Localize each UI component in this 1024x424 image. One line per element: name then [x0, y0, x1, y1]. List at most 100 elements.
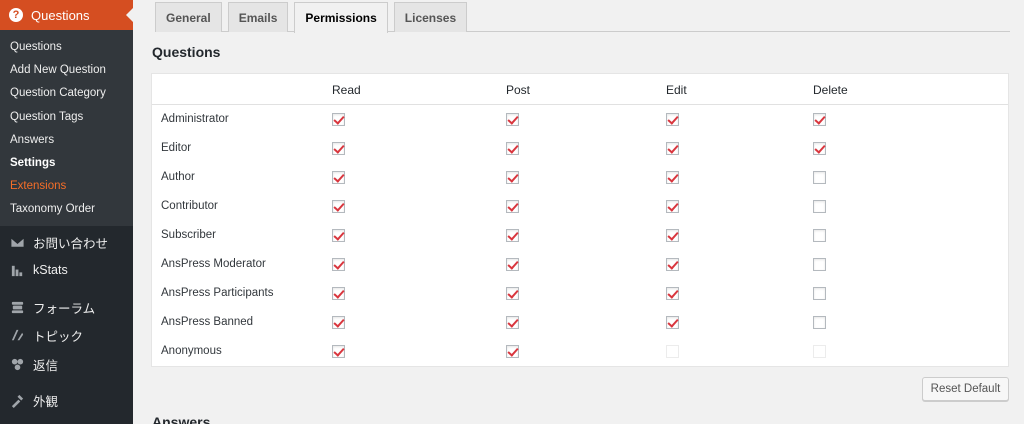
menu-item-label: kStats [33, 263, 68, 277]
permission-checkbox-delete[interactable] [813, 229, 826, 242]
table-header: Read Post Edit Delete [152, 74, 1008, 105]
permission-checkbox-read[interactable] [332, 142, 345, 155]
permission-checkbox-read[interactable] [332, 345, 345, 358]
permission-checkbox-post[interactable] [506, 258, 519, 271]
permission-checkbox-post[interactable] [506, 287, 519, 300]
permission-checkbox-read[interactable] [332, 287, 345, 300]
stats-icon [9, 262, 25, 278]
permission-checkbox-read[interactable] [332, 113, 345, 126]
menu-item-appearance[interactable]: 外観 [0, 386, 133, 414]
permission-checkbox-read[interactable] [332, 171, 345, 184]
tab-general[interactable]: General [155, 2, 222, 32]
column-header-edit: Edit [666, 83, 687, 97]
permission-checkbox-delete[interactable] [813, 200, 826, 213]
submenu-item-question-tags[interactable]: Question Tags [0, 106, 133, 129]
permission-checkbox-edit[interactable] [666, 316, 679, 329]
submenu-item-add-new-question[interactable]: Add New Question [0, 59, 133, 82]
permission-checkbox-post[interactable] [506, 142, 519, 155]
permission-checkbox-read[interactable] [332, 229, 345, 242]
role-label: Editor [161, 142, 192, 154]
permission-checkbox-read[interactable] [332, 258, 345, 271]
role-label: Author [161, 171, 195, 183]
permission-checkbox-edit[interactable] [666, 200, 679, 213]
permission-checkbox-delete[interactable] [813, 113, 826, 126]
column-header-post: Post [506, 83, 531, 97]
column-header-read: Read [332, 83, 361, 97]
question-icon: ? [9, 8, 23, 22]
role-label: AnsPress Participants [161, 287, 274, 299]
menu-item-label: フォーラム [33, 301, 96, 316]
mail-icon [9, 234, 25, 250]
menu-item-label: お問い合わせ [33, 236, 109, 251]
permission-checkbox-delete[interactable] [813, 287, 826, 300]
permission-checkbox-delete[interactable] [813, 171, 826, 184]
forum-icon [9, 299, 25, 315]
main-content: General Emails Permissions Licenses Questio… [133, 0, 1024, 424]
table-body: Administrator Editor Author Contributor Subs… [152, 105, 1008, 366]
reply-icon [9, 356, 25, 372]
submenu-item-questions[interactable]: Questions [0, 36, 133, 59]
menu-item-label: 外観 [33, 394, 59, 409]
menu-item-forum[interactable]: フォーラム [0, 293, 133, 321]
menu-item-questions[interactable]: ? Questions [0, 0, 133, 30]
role-label: Contributor [161, 200, 218, 212]
permission-checkbox-edit[interactable] [666, 229, 679, 242]
menu-item-topic[interactable]: トピック [0, 321, 133, 349]
table-row: Author [152, 163, 1008, 192]
reset-default-button[interactable]: Reset Default [922, 377, 1009, 401]
permission-checkbox-edit[interactable] [666, 287, 679, 300]
menu-item-mail[interactable]: お問い合わせ [0, 228, 133, 256]
questions-submenu: Questions Add New Question Question Catego… [0, 30, 133, 226]
table-row: AnsPress Participants [152, 279, 1008, 308]
menu-item-label: Questions [31, 7, 90, 23]
section-title: Questions [152, 44, 221, 60]
tab-licenses[interactable]: Licenses [393, 2, 468, 32]
permissions-table: Read Post Edit Delete Administrator Editor Au… [151, 73, 1009, 367]
submenu-item-extensions[interactable]: Extensions [0, 175, 133, 198]
role-label: Administrator [161, 113, 229, 125]
permission-checkbox-edit[interactable] [666, 142, 679, 155]
permission-checkbox-post[interactable] [506, 171, 519, 184]
permission-checkbox-read[interactable] [332, 316, 345, 329]
permission-checkbox-edit [666, 345, 679, 358]
submenu-item-settings[interactable]: Settings [0, 152, 133, 175]
permission-checkbox-post[interactable] [506, 113, 519, 126]
table-row: AnsPress Moderator [152, 250, 1008, 279]
answers-section-title: Answers [152, 414, 211, 424]
permission-checkbox-post[interactable] [506, 345, 519, 358]
topic-icon [9, 327, 25, 343]
table-row: Administrator [152, 105, 1008, 134]
table-row: AnsPress Banned [152, 308, 1008, 337]
permission-checkbox-read[interactable] [332, 200, 345, 213]
table-row: Subscriber [152, 221, 1008, 250]
role-label: AnsPress Moderator [161, 258, 266, 270]
settings-tabs: General Emails Permissions Licenses [155, 2, 1010, 33]
submenu-item-question-category[interactable]: Question Category [0, 82, 133, 105]
appearance-icon [9, 392, 25, 408]
permission-checkbox-delete [813, 345, 826, 358]
table-row: Anonymous [152, 337, 1008, 366]
menu-item-stats[interactable]: kStats [0, 256, 133, 284]
permission-checkbox-delete[interactable] [813, 258, 826, 271]
menu-item-label: トピック [33, 329, 84, 344]
admin-sidebar: ? Questions Questions Add New Question Que… [0, 0, 133, 424]
permission-checkbox-post[interactable] [506, 229, 519, 242]
permission-checkbox-post[interactable] [506, 316, 519, 329]
permission-checkbox-delete[interactable] [813, 316, 826, 329]
tab-emails[interactable]: Emails [227, 2, 289, 32]
permission-checkbox-edit[interactable] [666, 258, 679, 271]
menu-item-reply[interactable]: 返信 [0, 350, 133, 378]
submenu-item-taxonomy-order[interactable]: Taxonomy Order [0, 198, 133, 221]
permission-checkbox-edit[interactable] [666, 171, 679, 184]
permission-checkbox-edit[interactable] [666, 113, 679, 126]
permission-checkbox-post[interactable] [506, 200, 519, 213]
table-row: Contributor [152, 192, 1008, 221]
role-label: Anonymous [161, 345, 222, 357]
submenu-item-answers[interactable]: Answers [0, 129, 133, 152]
current-menu-arrow [126, 8, 133, 22]
tab-permissions[interactable]: Permissions [294, 2, 388, 33]
column-header-delete: Delete [813, 83, 848, 97]
table-row: Editor [152, 134, 1008, 163]
role-label: AnsPress Banned [161, 316, 254, 328]
permission-checkbox-delete[interactable] [813, 142, 826, 155]
